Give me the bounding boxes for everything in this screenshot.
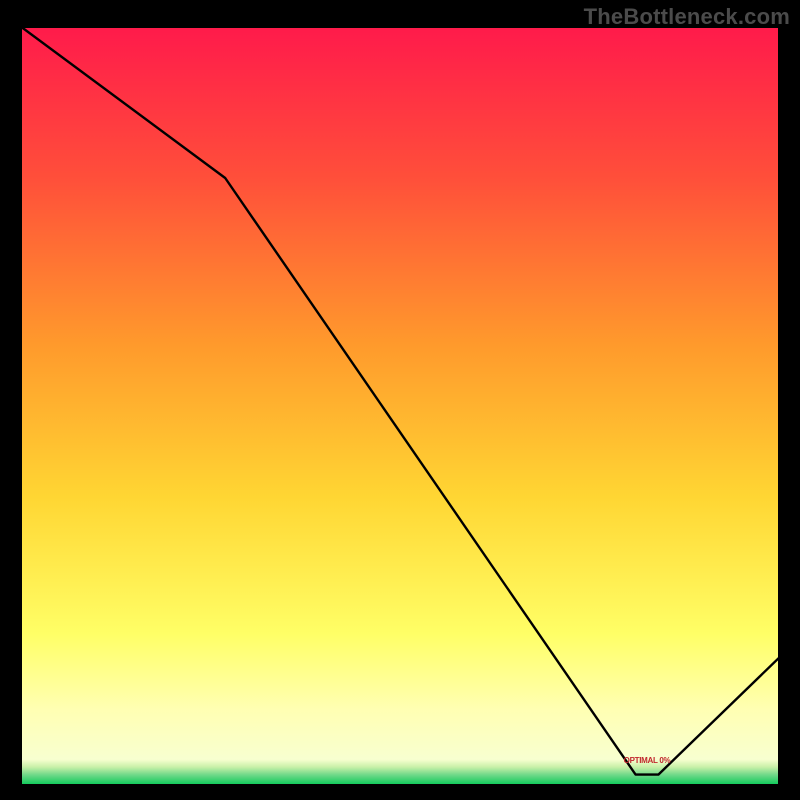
chart-container: TheBottleneck.com OPTIMAL 0% <box>0 0 800 800</box>
plateau-label: OPTIMAL 0% <box>624 756 671 765</box>
watermark-label: TheBottleneck.com <box>584 4 790 30</box>
bottleneck-chart: OPTIMAL 0% <box>0 0 800 800</box>
gradient-background <box>20 26 780 786</box>
